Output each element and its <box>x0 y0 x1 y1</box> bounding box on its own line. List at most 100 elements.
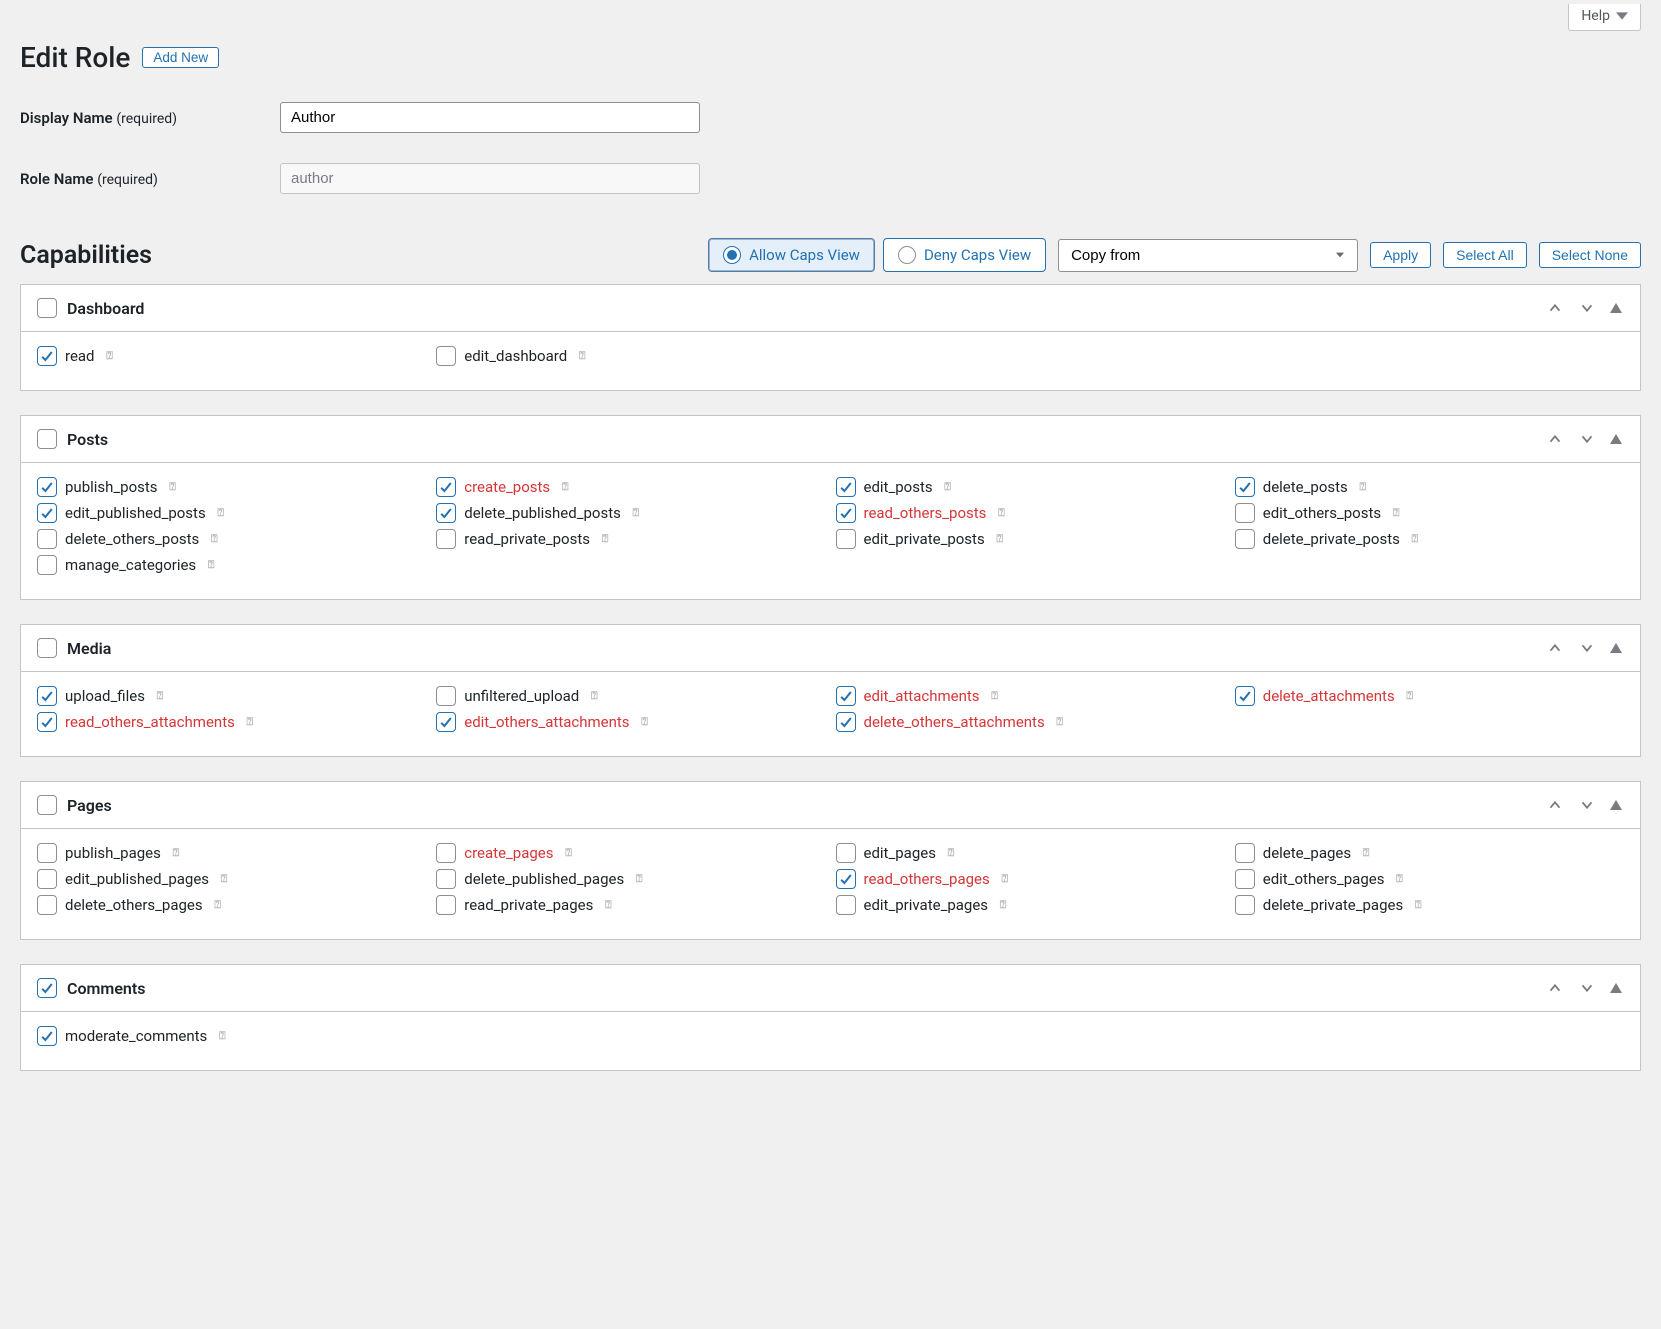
copy-from-select[interactable]: Copy from <box>1058 239 1358 272</box>
capability-label[interactable]: delete_others_attachments <box>864 713 1045 731</box>
capability-label[interactable]: edit_posts <box>864 478 933 496</box>
capability-checkbox[interactable] <box>436 712 456 732</box>
capability-checkbox[interactable] <box>37 1026 57 1046</box>
capability-label[interactable]: delete_posts <box>1263 478 1348 496</box>
help-icon[interactable]: ⍰ <box>944 846 958 860</box>
help-icon[interactable]: ⍰ <box>1356 480 1370 494</box>
help-icon[interactable]: ⍰ <box>1389 506 1403 520</box>
capability-label[interactable]: upload_files <box>65 687 145 705</box>
capability-label[interactable]: edit_others_pages <box>1263 870 1385 888</box>
help-icon[interactable]: ⍰ <box>1403 689 1417 703</box>
help-icon[interactable]: ⍰ <box>575 349 589 363</box>
capability-checkbox[interactable] <box>37 529 57 549</box>
collapse-icon[interactable] <box>1608 641 1624 655</box>
capability-label[interactable]: edit_others_attachments <box>464 713 629 731</box>
capability-checkbox[interactable] <box>37 477 57 497</box>
capability-checkbox[interactable] <box>37 895 57 915</box>
select-all-button[interactable]: Select All <box>1443 242 1527 268</box>
capability-label[interactable]: edit_others_posts <box>1263 504 1381 522</box>
capability-label[interactable]: delete_others_posts <box>65 530 199 548</box>
capability-label[interactable]: delete_pages <box>1263 844 1351 862</box>
capability-label[interactable]: publish_pages <box>65 844 161 862</box>
help-icon[interactable]: ⍰ <box>166 480 180 494</box>
help-icon[interactable]: ⍰ <box>587 689 601 703</box>
help-icon[interactable]: ⍰ <box>558 480 572 494</box>
capability-checkbox[interactable] <box>37 712 57 732</box>
capability-checkbox[interactable] <box>436 503 456 523</box>
capability-checkbox[interactable] <box>1235 895 1255 915</box>
capability-checkbox[interactable] <box>436 895 456 915</box>
capability-checkbox[interactable] <box>836 712 856 732</box>
capability-label[interactable]: read_private_pages <box>464 896 593 914</box>
capability-label[interactable]: read <box>65 347 95 365</box>
capability-label[interactable]: unfiltered_upload <box>464 687 579 705</box>
section-checkbox[interactable] <box>37 795 57 815</box>
help-icon[interactable]: ⍰ <box>941 480 955 494</box>
capability-checkbox[interactable] <box>436 529 456 549</box>
chevron-up-icon[interactable] <box>1544 297 1566 319</box>
section-checkbox[interactable] <box>37 978 57 998</box>
help-icon[interactable]: ⍰ <box>204 558 218 572</box>
help-icon[interactable]: ⍰ <box>1392 872 1406 886</box>
help-icon[interactable]: ⍰ <box>153 689 167 703</box>
help-tab[interactable]: Help <box>1568 4 1641 31</box>
chevron-down-icon[interactable] <box>1576 977 1598 999</box>
help-icon[interactable]: ⍰ <box>169 846 183 860</box>
display-name-input[interactable] <box>280 102 700 133</box>
capability-checkbox[interactable] <box>1235 477 1255 497</box>
capability-checkbox[interactable] <box>37 346 57 366</box>
chevron-down-icon[interactable] <box>1576 794 1598 816</box>
capability-checkbox[interactable] <box>37 503 57 523</box>
help-icon[interactable]: ⍰ <box>988 689 1002 703</box>
capability-checkbox[interactable] <box>436 346 456 366</box>
capability-checkbox[interactable] <box>436 843 456 863</box>
help-icon[interactable]: ⍰ <box>994 506 1008 520</box>
allow-caps-view-radio[interactable]: Allow Caps View <box>708 238 875 272</box>
capability-label[interactable]: create_pages <box>464 844 553 862</box>
section-checkbox[interactable] <box>37 638 57 658</box>
chevron-up-icon[interactable] <box>1544 794 1566 816</box>
capability-checkbox[interactable] <box>37 843 57 863</box>
help-icon[interactable]: ⍰ <box>632 872 646 886</box>
help-icon[interactable]: ⍰ <box>243 715 257 729</box>
deny-caps-view-radio[interactable]: Deny Caps View <box>883 238 1046 272</box>
collapse-icon[interactable] <box>1608 432 1624 446</box>
capability-label[interactable]: delete_others_pages <box>65 896 203 914</box>
capability-label[interactable]: delete_published_posts <box>464 504 621 522</box>
capability-label[interactable]: edit_private_posts <box>864 530 985 548</box>
capability-checkbox[interactable] <box>1235 686 1255 706</box>
capability-checkbox[interactable] <box>1235 869 1255 889</box>
collapse-icon[interactable] <box>1608 798 1624 812</box>
capability-label[interactable]: publish_posts <box>65 478 158 496</box>
capability-checkbox[interactable] <box>836 895 856 915</box>
capability-label[interactable]: read_private_posts <box>464 530 590 548</box>
capability-label[interactable]: edit_private_pages <box>864 896 989 914</box>
help-icon[interactable]: ⍰ <box>103 349 117 363</box>
help-icon[interactable]: ⍰ <box>1053 715 1067 729</box>
chevron-up-icon[interactable] <box>1544 977 1566 999</box>
capability-checkbox[interactable] <box>436 869 456 889</box>
help-icon[interactable]: ⍰ <box>629 506 643 520</box>
help-icon[interactable]: ⍰ <box>638 715 652 729</box>
select-none-button[interactable]: Select None <box>1539 242 1641 268</box>
capability-label[interactable]: delete_published_pages <box>464 870 624 888</box>
collapse-icon[interactable] <box>1608 981 1624 995</box>
help-icon[interactable]: ⍰ <box>1411 898 1425 912</box>
help-icon[interactable]: ⍰ <box>993 532 1007 546</box>
help-icon[interactable]: ⍰ <box>1359 846 1373 860</box>
capability-label[interactable]: moderate_comments <box>65 1027 207 1045</box>
capability-checkbox[interactable] <box>1235 843 1255 863</box>
help-icon[interactable]: ⍰ <box>562 846 576 860</box>
capability-label[interactable]: edit_published_pages <box>65 870 209 888</box>
help-icon[interactable]: ⍰ <box>1408 532 1422 546</box>
capability-label[interactable]: read_others_attachments <box>65 713 235 731</box>
help-icon[interactable]: ⍰ <box>214 506 228 520</box>
capability-label[interactable]: edit_pages <box>864 844 936 862</box>
capability-checkbox[interactable] <box>836 503 856 523</box>
capability-checkbox[interactable] <box>836 843 856 863</box>
help-icon[interactable]: ⍰ <box>598 532 612 546</box>
capability-checkbox[interactable] <box>836 869 856 889</box>
chevron-up-icon[interactable] <box>1544 637 1566 659</box>
chevron-down-icon[interactable] <box>1576 297 1598 319</box>
capability-checkbox[interactable] <box>436 686 456 706</box>
